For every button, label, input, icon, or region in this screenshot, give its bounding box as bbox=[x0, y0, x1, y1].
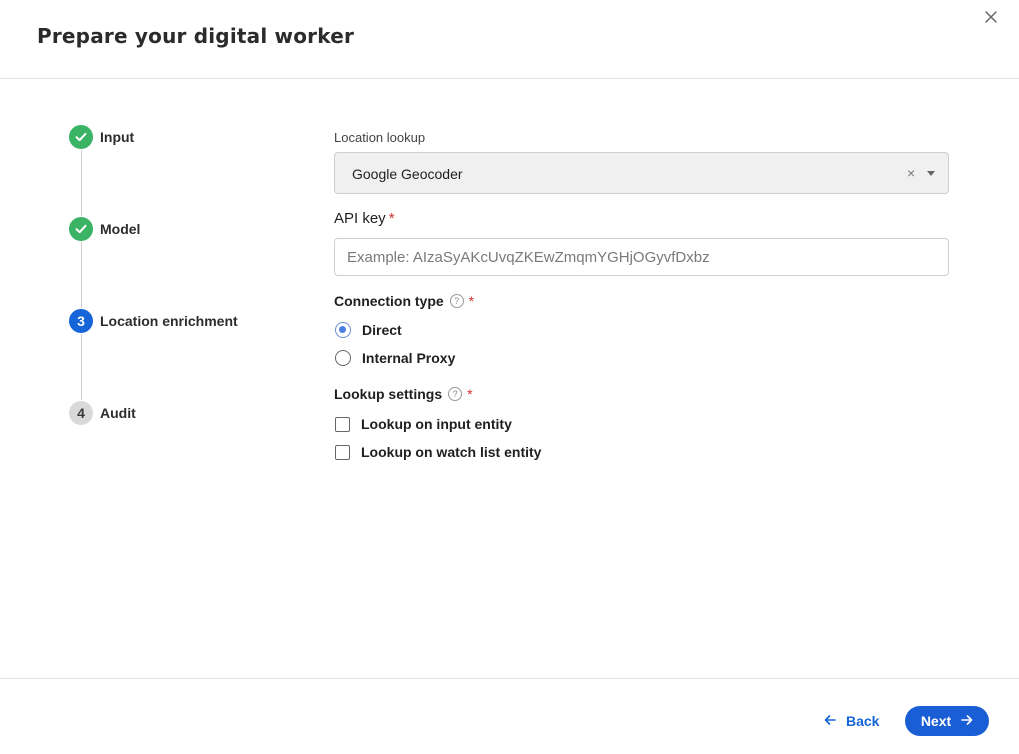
api-key-input[interactable] bbox=[334, 238, 949, 276]
chevron-down-icon[interactable] bbox=[927, 171, 935, 176]
required-marker: * bbox=[467, 386, 473, 402]
step-model: Model bbox=[69, 217, 140, 241]
help-icon[interactable]: ? bbox=[448, 387, 463, 401]
radio-button[interactable] bbox=[335, 322, 351, 338]
step-location-enrichment: 3 Location enrichment bbox=[69, 309, 238, 333]
location-lookup-label: Location lookup bbox=[334, 130, 426, 145]
connection-type-label-text: Connection type bbox=[334, 293, 444, 309]
required-marker: * bbox=[388, 210, 395, 227]
step-label: Model bbox=[100, 221, 141, 237]
checkbox-label: Lookup on watch list entity bbox=[361, 444, 542, 460]
step-input: Input bbox=[69, 125, 134, 149]
radio-label: Direct bbox=[362, 322, 402, 338]
required-marker: * bbox=[468, 293, 475, 309]
checkbox-label: Lookup on input entity bbox=[361, 416, 512, 432]
clear-icon[interactable]: × bbox=[907, 166, 915, 180]
step-label: Audit bbox=[100, 405, 136, 421]
next-button-label: Next bbox=[920, 713, 952, 729]
location-lookup-value: Google Geocoder bbox=[352, 166, 463, 182]
arrow-left-icon bbox=[824, 713, 836, 729]
checkbox-lookup-watch-list-entity[interactable]: Lookup on watch list entity bbox=[335, 444, 541, 460]
dialog-header: Prepare your digital worker bbox=[0, 0, 1019, 79]
step-connector bbox=[81, 334, 82, 400]
checkbox[interactable] bbox=[335, 444, 350, 460]
step-audit: 4 Audit bbox=[69, 401, 136, 425]
checkbox-lookup-input-entity[interactable]: Lookup on input entity bbox=[335, 416, 512, 432]
lookup-settings-label: Lookup settings ? * bbox=[334, 386, 473, 402]
dialog-footer-divider bbox=[0, 678, 1019, 679]
arrow-right-icon bbox=[961, 713, 973, 729]
api-key-label-text: API key bbox=[334, 210, 386, 227]
step-connector bbox=[81, 150, 82, 216]
help-icon[interactable]: ? bbox=[449, 294, 464, 308]
close-icon[interactable] bbox=[982, 8, 1000, 26]
dialog-title: Prepare your digital worker bbox=[37, 24, 355, 48]
back-button-label: Back bbox=[846, 713, 880, 729]
location-lookup-select[interactable]: Google Geocoder × bbox=[334, 152, 949, 194]
back-button[interactable]: Back bbox=[818, 706, 885, 736]
step-label: Input bbox=[100, 129, 135, 145]
step-number: 3 bbox=[69, 309, 93, 333]
check-icon bbox=[69, 217, 93, 241]
lookup-settings-label-text: Lookup settings bbox=[334, 386, 443, 402]
connection-type-label: Connection type ? * bbox=[334, 293, 474, 309]
checkbox[interactable] bbox=[335, 416, 350, 432]
api-key-label: API key * bbox=[334, 210, 395, 227]
step-label: Location enrichment bbox=[100, 313, 238, 329]
next-button[interactable]: Next bbox=[905, 706, 989, 736]
radio-direct[interactable]: Direct bbox=[335, 322, 402, 338]
check-icon bbox=[69, 125, 93, 149]
radio-label: Internal Proxy bbox=[362, 350, 456, 366]
radio-button[interactable] bbox=[335, 350, 351, 366]
step-connector bbox=[81, 242, 82, 308]
step-number: 4 bbox=[69, 401, 93, 425]
radio-internal-proxy[interactable]: Internal Proxy bbox=[335, 350, 455, 366]
